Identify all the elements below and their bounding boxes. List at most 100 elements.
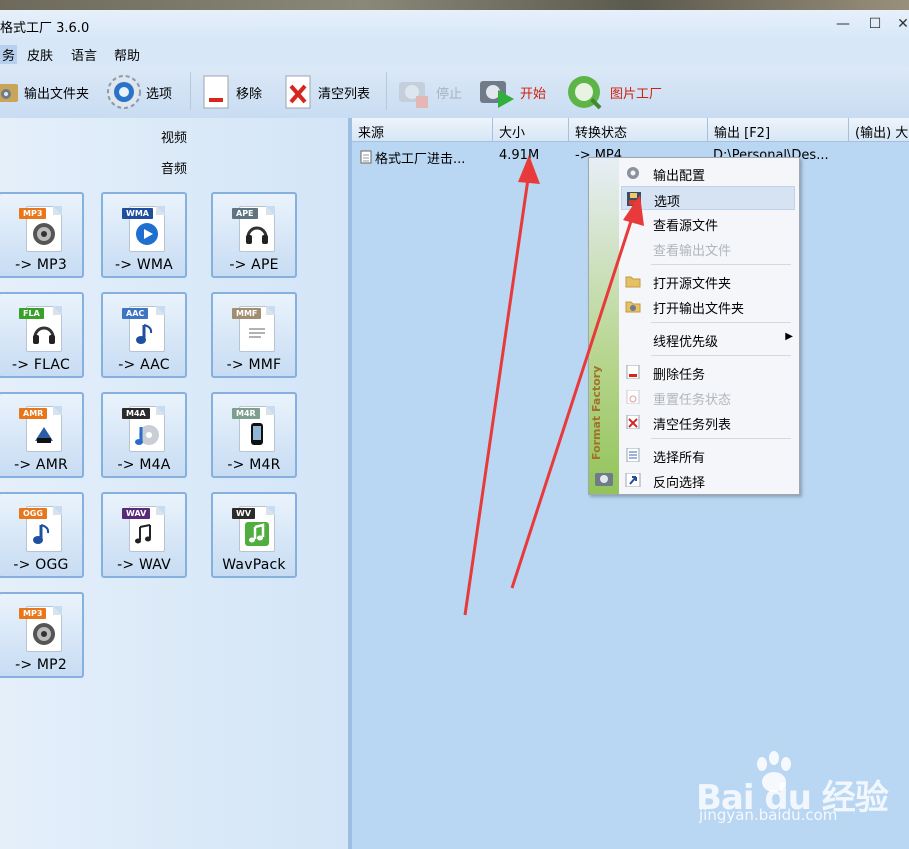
folder-icon [625,276,641,288]
format-tile[interactable]: M4A -> M4A [101,392,187,478]
cell-size: 4.91M [499,148,540,163]
speaker-icon [33,223,55,245]
context-menu-item[interactable]: 查看源文件 [621,211,795,235]
picture-factory-label: 图片工厂 [610,86,663,102]
context-menu-item[interactable]: 打开输出文件夹 [621,294,795,318]
format-label: -> M4R [227,457,281,473]
options-button[interactable]: 选项 [106,74,172,110]
context-menu-item[interactable]: 删除任务 [621,360,795,384]
format-tile[interactable]: AMR -> AMR [0,392,84,478]
output-folder-button[interactable]: 输出文件夹 [0,74,89,110]
speaker-icon [33,623,55,645]
document-icon: M4R [232,406,275,452]
maximize-button[interactable]: ☐ [865,15,885,33]
document-icon: APE [232,206,275,252]
context-menu-item-label: 选择所有 [653,451,706,466]
context-menu-item[interactable]: 选项 [621,186,795,210]
context-menu-item-label: 打开源文件夹 [653,277,732,292]
format-tile[interactable]: OGG -> OGG [0,492,84,578]
submenu-arrow-icon: ▶ [785,331,793,342]
context-menu-item[interactable]: 线程优先级 ▶ [621,327,795,351]
menu-separator [651,264,791,265]
context-menu-item[interactable]: 清空任务列表 [621,410,795,434]
format-tile[interactable]: WMA -> WMA [101,192,187,278]
music-note-icon [136,324,153,344]
context-menu-item[interactable]: 打开源文件夹 [621,269,795,293]
menu-separator [651,355,791,356]
close-button[interactable]: ✕ [893,15,909,33]
phone-icon [251,423,263,445]
column-header-output-size[interactable]: (输出) 大 [849,118,909,142]
file-icon [360,150,372,164]
invert-arrow-icon [625,473,641,487]
clear-list-label: 清空列表 [318,86,371,102]
menu-separator [651,438,791,439]
window-title: 格式工厂 3.6.0 [0,21,90,36]
format-tile[interactable]: AAC -> AAC [101,292,187,378]
menu-bar: 务 皮肤 语言 帮助 [0,40,909,66]
start-button[interactable]: 开始 [478,74,546,110]
music-notes-icon [135,524,151,544]
picture-factory-button[interactable]: 图片工厂 [566,74,662,110]
column-header-status[interactable]: 转换状态 [569,118,708,142]
baidu-watermark: Bai du 经验 jingyan.baidu.com [696,750,889,824]
format-tile[interactable]: MP3 -> MP3 [0,192,84,278]
start-play-icon [480,81,514,108]
format-tile[interactable]: WAV -> WAV [101,492,187,578]
context-menu-item-label: 打开输出文件夹 [653,302,745,317]
headphones-icon [33,326,55,344]
context-menu-item[interactable]: 输出配置 [621,161,795,185]
format-label: -> WMA [115,257,173,273]
document-icon: M4A [122,406,165,452]
column-header-source[interactable]: 来源 [352,118,493,142]
context-menu-item[interactable]: 选择所有 [621,443,795,467]
format-label: -> MP2 [15,657,67,673]
format-tag: MP3 [19,208,47,219]
menu-language[interactable]: 语言 [71,45,97,64]
menu-skin[interactable]: 皮肤 [27,45,53,64]
format-label: WavPack [222,557,286,573]
minimize-button[interactable]: — [833,15,853,33]
format-tile[interactable]: MP3 -> MP2 [0,592,84,678]
context-menu-item-label: 输出配置 [653,169,706,184]
menu-task[interactable]: 务 [0,45,18,64]
output-folder-label: 输出文件夹 [24,86,90,102]
format-label: -> WAV [117,557,171,573]
format-label: -> M4A [117,457,171,473]
context-menu-item-label: 反向选择 [653,476,706,491]
title-bar: 格式工厂 3.6.0 — ☐ ✕ [0,10,909,40]
music-note-green-icon [245,522,269,546]
format-tag: WAV [122,508,151,519]
menu-help[interactable]: 帮助 [114,45,140,64]
category-video[interactable]: 视频 [0,127,348,146]
format-tag: WMA [122,208,153,219]
format-tile[interactable]: FLA -> FLAC [0,292,84,378]
format-tag: OGG [19,508,47,519]
menu-separator [651,322,791,323]
toolbar-separator [190,72,191,110]
format-tag: M4A [122,408,150,419]
remove-doc-icon [626,365,640,379]
start-label: 开始 [520,86,547,102]
cell-source: 格式工厂进击... [375,152,466,167]
context-menu-item[interactable]: 反向选择 [621,468,795,492]
column-header-output[interactable]: 输出 [F2] [708,118,849,142]
stop-label: 停止 [436,86,463,102]
format-tile[interactable]: APE -> APE [211,192,297,278]
format-label: -> MMF [226,357,282,373]
toolbar-separator [386,72,387,110]
stop-icon [399,82,428,108]
format-tag: APE [232,208,258,219]
format-factory-logo-icon [595,473,613,486]
remove-label: 移除 [236,86,263,102]
column-header-size[interactable]: 大小 [493,118,569,142]
remove-button[interactable]: 移除 [200,74,262,110]
category-audio[interactable]: 音频 [0,158,348,177]
picture-factory-icon [568,76,602,110]
stop-button[interactable]: 停止 [396,74,462,110]
clear-list-button[interactable]: 清空列表 [282,74,370,110]
format-tile[interactable]: MMF -> MMF [211,292,297,378]
format-tile[interactable]: WV WavPack [211,492,297,578]
format-tile[interactable]: M4R -> M4R [211,392,297,478]
context-menu-item-label: 重置任务状态 [653,393,732,408]
